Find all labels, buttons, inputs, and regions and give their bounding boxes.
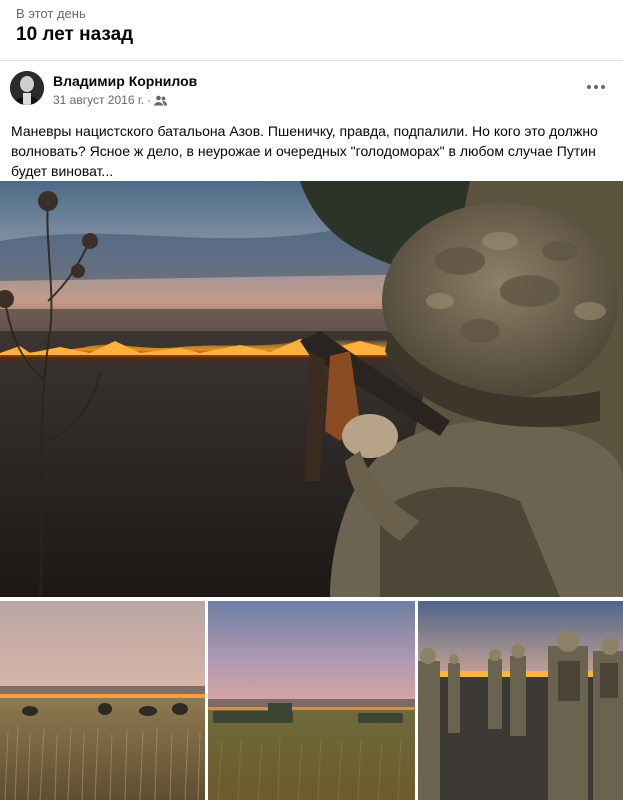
soldier-rifle-burning-field-photo[interactable] (0, 181, 623, 597)
soldiers-in-wheat-field-photo[interactable] (0, 601, 205, 800)
post-header: Владимир Корнилов 31 август 2016 г. · (0, 61, 623, 117)
memory-title: 10 лет назад (16, 24, 134, 45)
memory-header: В этот день 10 лет назад (0, 0, 623, 61)
post-date[interactable]: 31 август 2016 г. (53, 93, 144, 107)
soldiers-walking-burnt-field-photo[interactable] (418, 601, 623, 800)
memory-label: В этот день (16, 6, 86, 21)
author-name[interactable]: Владимир Корнилов (53, 73, 197, 89)
armored-vehicles-field-photo[interactable] (208, 601, 415, 800)
more-options-icon[interactable] (585, 79, 607, 95)
avatar[interactable] (10, 71, 44, 105)
meta-separator: · (147, 93, 152, 107)
friends-icon (154, 95, 168, 106)
post-text: Маневры нацистского батальона Азов. Пшен… (11, 123, 598, 179)
post-meta: 31 август 2016 г. · (53, 93, 168, 107)
